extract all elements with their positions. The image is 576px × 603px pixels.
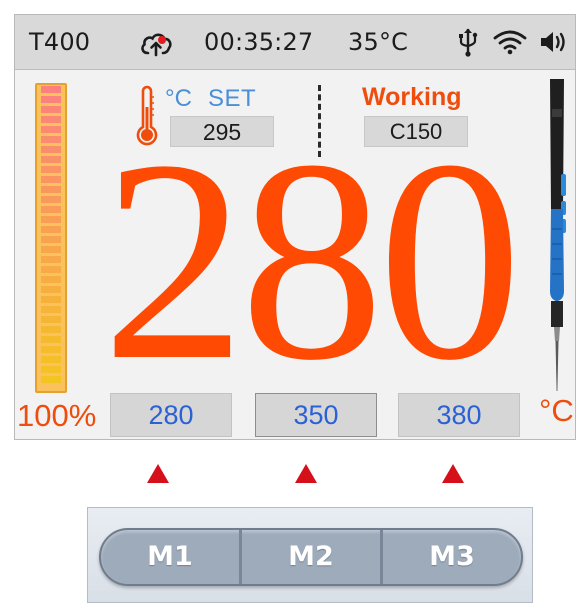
power-segment <box>41 166 61 173</box>
power-segment <box>41 216 61 223</box>
current-temperature: 280 <box>102 101 522 420</box>
power-segment <box>41 196 61 203</box>
wifi-icon <box>493 29 527 59</box>
power-segment <box>41 266 61 273</box>
power-percent-label: 100% <box>17 398 97 433</box>
soldering-iron-icon <box>540 79 574 400</box>
power-segment <box>41 206 61 213</box>
power-segment <box>41 356 61 363</box>
power-segment <box>41 236 61 243</box>
memory-button-m1[interactable]: M1 <box>101 530 239 584</box>
power-segment <box>41 176 61 183</box>
power-segment <box>41 246 61 253</box>
power-segment <box>41 346 61 353</box>
power-segment <box>41 116 61 123</box>
power-segment <box>41 306 61 313</box>
power-segment <box>41 96 61 103</box>
marker-arrow-1 <box>147 464 169 483</box>
model-label: T400 <box>29 28 91 56</box>
power-segment <box>41 336 61 343</box>
memory-button-m2[interactable]: M2 <box>239 530 380 584</box>
power-segment <box>41 226 61 233</box>
clock-label: 00:35:27 <box>204 28 314 56</box>
power-segment <box>41 286 61 293</box>
power-segment <box>41 106 61 113</box>
power-segment <box>41 276 61 283</box>
power-segment <box>41 296 61 303</box>
preset-button-1[interactable]: 280 <box>110 393 232 437</box>
preset-button-2[interactable]: 350 <box>255 393 377 437</box>
power-level-bar <box>35 83 67 393</box>
power-segment <box>41 366 61 373</box>
power-segment <box>41 256 61 263</box>
power-segment <box>41 376 61 383</box>
power-segment <box>41 316 61 323</box>
power-segment <box>41 146 61 153</box>
memory-button-strip: M1 M2 M3 <box>99 528 523 586</box>
power-segment <box>41 136 61 143</box>
cloud-upload-icon <box>139 29 175 61</box>
device-screen: T400 00:35:27 35°C 100% °C SET 295 Worki… <box>14 14 576 440</box>
power-segment <box>41 86 61 93</box>
ambient-temp-label: 35°C <box>348 28 409 56</box>
power-segment <box>41 326 61 333</box>
preset-button-3[interactable]: 380 <box>398 393 520 437</box>
power-segment <box>41 186 61 193</box>
usb-icon <box>457 27 479 61</box>
status-bar: T400 00:35:27 35°C <box>15 15 575 70</box>
memory-button-m3[interactable]: M3 <box>380 530 521 584</box>
memory-button-panel: M1 M2 M3 <box>87 507 533 603</box>
speaker-icon <box>539 30 573 58</box>
marker-arrow-3 <box>442 464 464 483</box>
power-level-fill <box>41 86 61 386</box>
marker-arrow-2 <box>295 464 317 483</box>
power-segment <box>41 156 61 163</box>
power-segment <box>41 126 61 133</box>
